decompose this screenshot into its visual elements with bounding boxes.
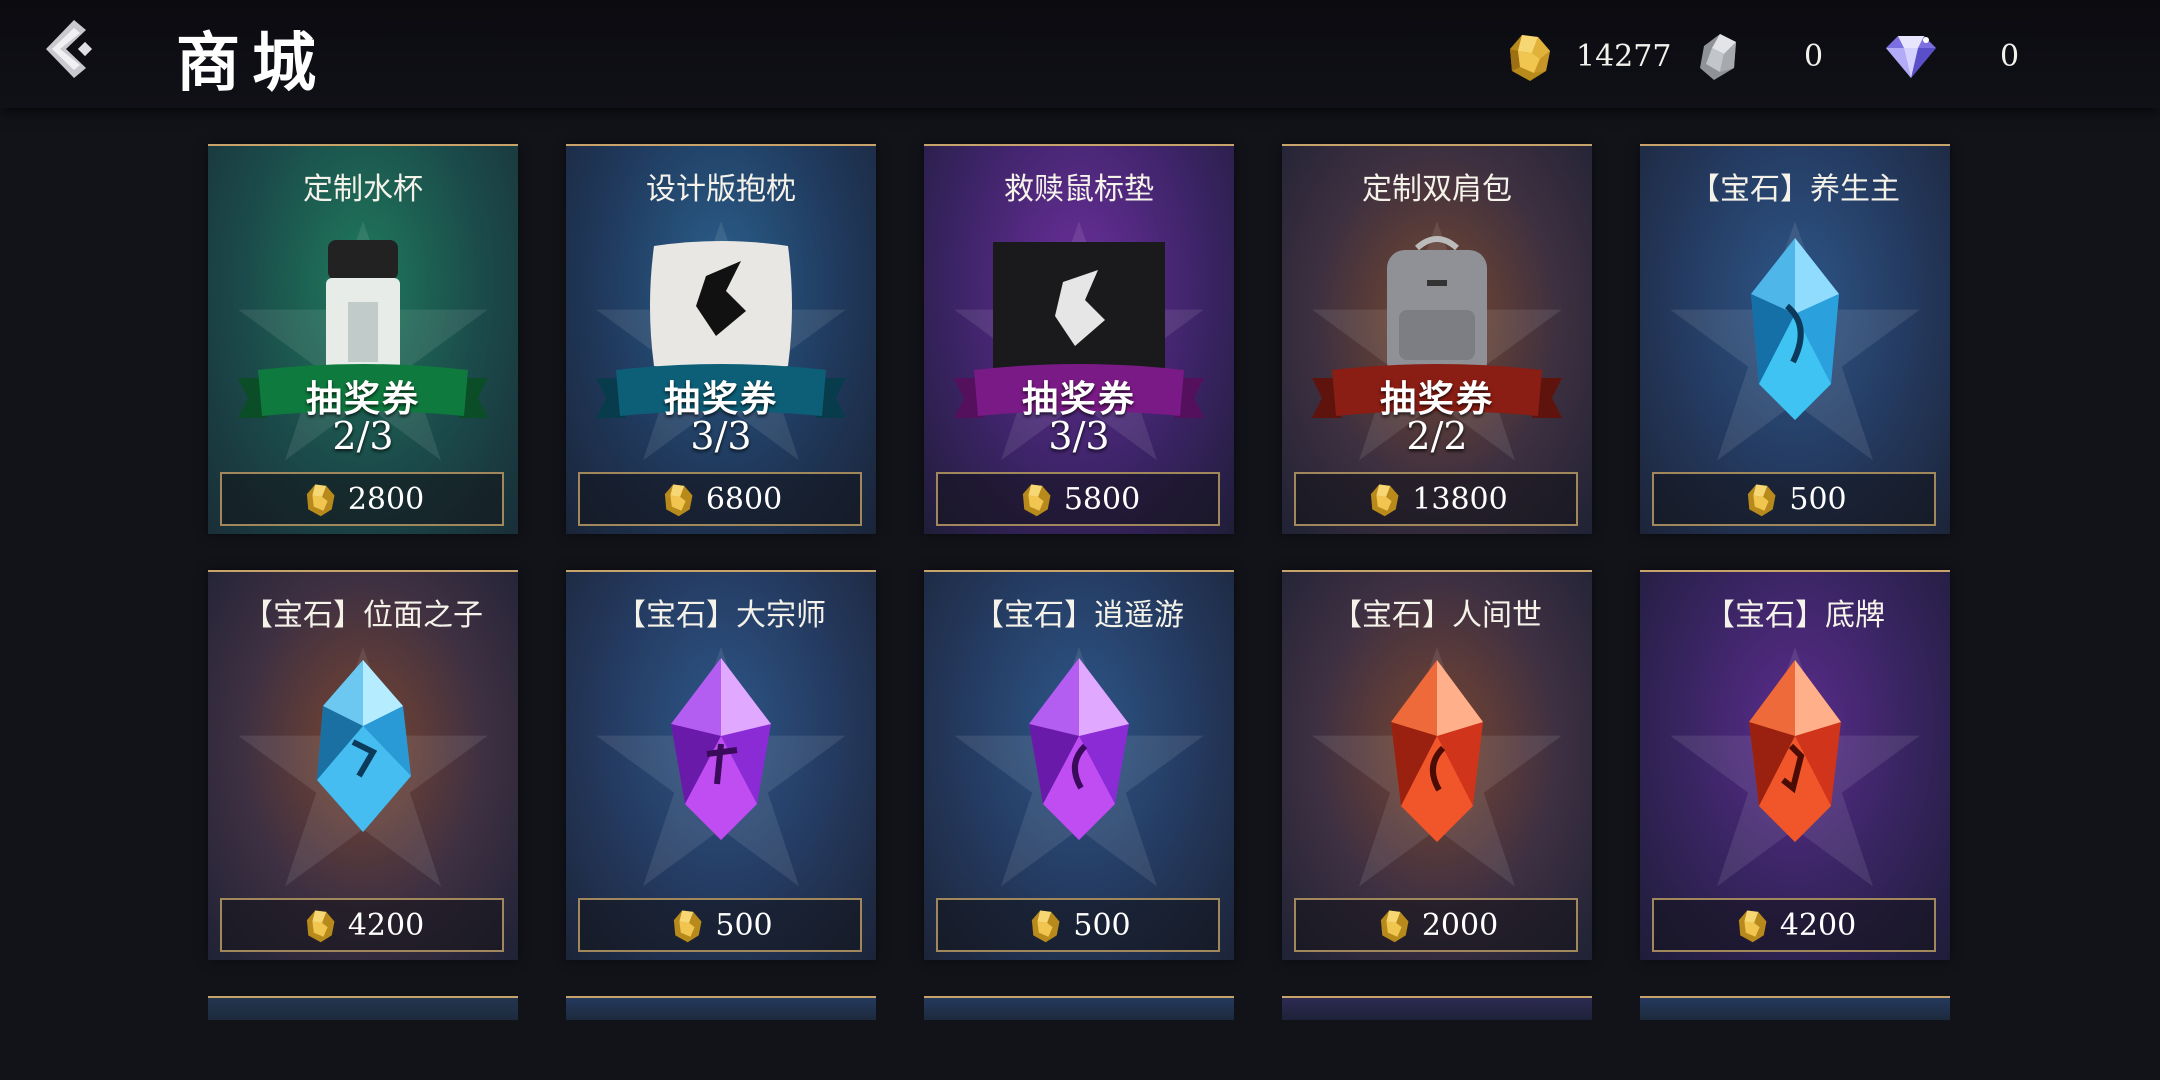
item-name: 【宝石】逍遥游 xyxy=(974,598,1184,633)
price-button[interactable]: 500 xyxy=(936,898,1220,952)
mouse-pad-image xyxy=(993,242,1165,378)
gold-ore-icon xyxy=(1738,910,1767,943)
shop-item-card[interactable]: 【宝石】位面之子 4200 xyxy=(208,570,518,960)
shop-item-card-partial[interactable] xyxy=(1640,996,1950,1020)
price-amount: 5800 xyxy=(1063,481,1141,517)
ticket-count: 2/2 xyxy=(1406,414,1468,458)
gold-ore-icon xyxy=(1380,910,1409,943)
price-button[interactable]: 2000 xyxy=(1294,898,1578,952)
shop-item-card[interactable]: 【宝石】底牌 4200 xyxy=(1640,570,1950,960)
shop-item-card[interactable]: 【宝石】逍遥游 500 xyxy=(924,570,1234,960)
item-name: 【宝石】养生主 xyxy=(1690,172,1900,207)
price-button[interactable]: 500 xyxy=(578,898,862,952)
gem-icon xyxy=(317,660,411,832)
item-name: 设计版抱枕 xyxy=(646,172,796,207)
gold-amount: 14277 xyxy=(1576,38,1672,74)
shop-item-card[interactable]: 【宝石】养生主 500 xyxy=(1640,144,1950,534)
price-button[interactable]: 6800 xyxy=(578,472,862,526)
shop-item-card[interactable]: 【宝石】大宗师 500 xyxy=(566,570,876,960)
silver-amount: 0 xyxy=(1804,38,1824,74)
shop-item-card[interactable]: 定制双肩包 抽奖券 2/2 13800 xyxy=(1282,144,1592,534)
price-amount: 6800 xyxy=(705,481,783,517)
gold-ore-icon xyxy=(1748,484,1776,517)
price-button[interactable]: 2800 xyxy=(220,472,504,526)
shop-item-card[interactable]: 定制水杯 抽奖券 2/3 2800 xyxy=(208,144,518,534)
gold-ore-icon xyxy=(1022,484,1051,517)
price-button[interactable]: 500 xyxy=(1652,472,1936,526)
ticket-count: 2/3 xyxy=(332,414,394,458)
backpack-image xyxy=(1387,236,1487,380)
gold-ore-icon xyxy=(306,910,335,943)
shop-item-card[interactable]: 救赎鼠标垫 抽奖券 3/3 5800 xyxy=(924,144,1234,534)
diamond-icon xyxy=(1886,36,1936,78)
currency-diamond: 0 xyxy=(1880,26,2019,86)
item-name: 【宝石】位面之子 xyxy=(243,598,483,633)
gold-ore-icon xyxy=(306,484,335,517)
shop-item-card-partial[interactable] xyxy=(924,996,1234,1020)
gem-icon xyxy=(1391,660,1483,842)
price-amount: 500 xyxy=(1789,481,1847,517)
ticket-count: 3/3 xyxy=(690,414,752,458)
shop-item-card[interactable]: 【宝石】人间世 2000 xyxy=(1282,570,1592,960)
gold-ore-icon xyxy=(1371,484,1399,517)
ticket-count: 3/3 xyxy=(1048,414,1110,458)
gold-ore-icon xyxy=(1510,35,1550,81)
item-name: 【宝石】底牌 xyxy=(1705,598,1885,633)
price-amount: 13800 xyxy=(1412,481,1508,517)
item-name: 【宝石】大宗师 xyxy=(616,598,826,633)
page-title: 商城 xyxy=(176,26,328,101)
price-button[interactable]: 4200 xyxy=(220,898,504,952)
gem-icon xyxy=(1749,660,1841,842)
price-button[interactable]: 13800 xyxy=(1294,472,1578,526)
shop-item-card-partial[interactable] xyxy=(1282,996,1592,1020)
item-name: 【宝石】人间世 xyxy=(1332,598,1542,633)
gem-icon xyxy=(1029,658,1129,840)
top-bar: 商城 14277 0 0 xyxy=(0,0,2160,108)
shop-item-card-partial[interactable] xyxy=(208,996,518,1020)
silver-ore-icon xyxy=(1700,34,1736,80)
price-amount: 2000 xyxy=(1421,907,1499,943)
chevron-left-icon xyxy=(46,20,93,78)
price-amount: 2800 xyxy=(347,481,425,517)
shop-item-card[interactable]: 设计版抱枕 抽奖券 3/3 6800 xyxy=(566,144,876,534)
gold-ore-icon xyxy=(1032,910,1060,943)
currency-gold: 14277 xyxy=(1500,26,1671,86)
gem-icon xyxy=(1751,238,1839,420)
diamond-amount: 0 xyxy=(2000,38,2020,74)
gem-icon xyxy=(671,658,771,840)
shop-item-card-partial[interactable] xyxy=(566,996,876,1020)
price-amount: 4200 xyxy=(1779,907,1857,943)
price-amount: 4200 xyxy=(347,907,425,943)
gold-ore-icon xyxy=(674,910,702,943)
water-bottle-image xyxy=(326,240,400,382)
item-name: 定制水杯 xyxy=(303,172,423,207)
item-name: 救赎鼠标垫 xyxy=(1004,172,1154,207)
price-amount: 500 xyxy=(1073,907,1131,943)
price-button[interactable]: 4200 xyxy=(1652,898,1936,952)
gold-ore-icon xyxy=(664,484,693,517)
item-name: 定制双肩包 xyxy=(1362,172,1512,207)
pillow-image xyxy=(650,241,792,371)
currency-silver: 0 xyxy=(1690,26,1823,86)
price-amount: 500 xyxy=(715,907,773,943)
price-button[interactable]: 5800 xyxy=(936,472,1220,526)
back-button[interactable] xyxy=(36,14,106,84)
